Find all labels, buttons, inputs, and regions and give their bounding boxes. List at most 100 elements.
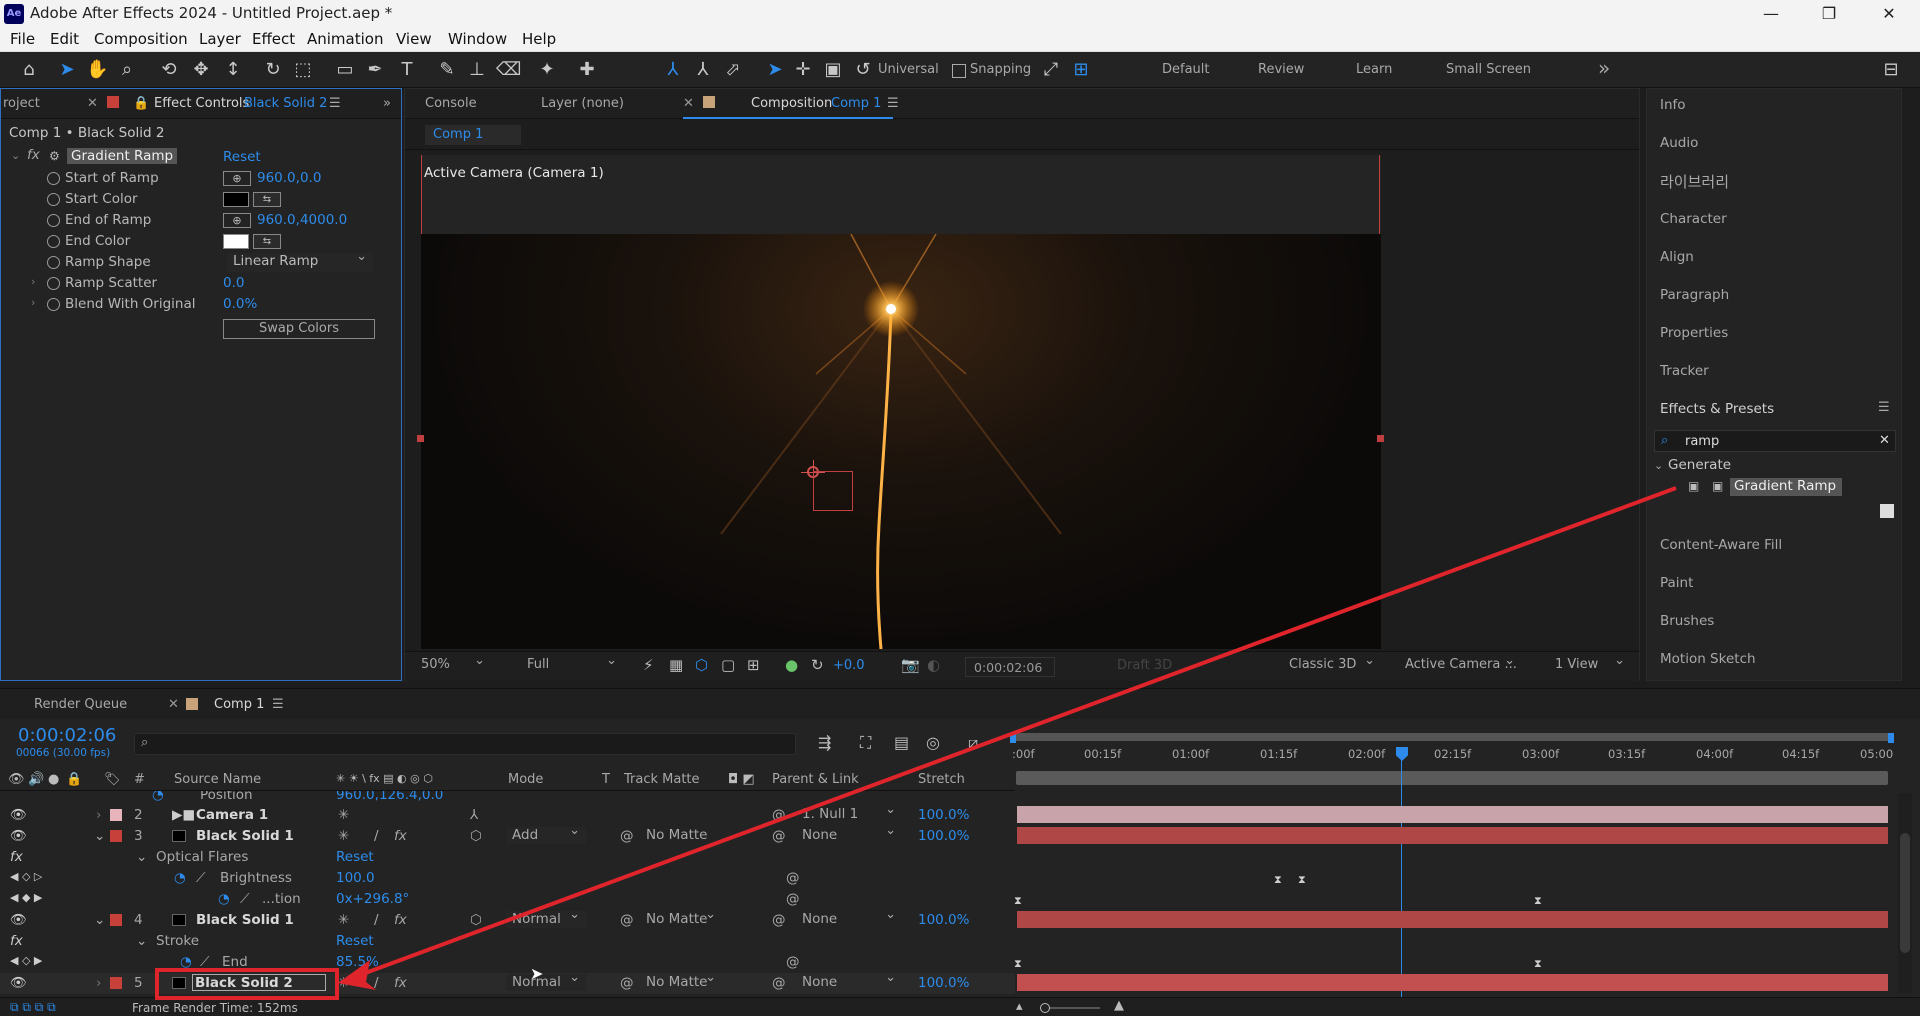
panel-audio[interactable]: Audio	[1660, 135, 1698, 151]
quality-switch-icon[interactable]: /	[374, 975, 379, 991]
layer-duration-bar[interactable]	[1017, 911, 1888, 928]
scale-icon[interactable]: ▣	[822, 59, 844, 81]
new-bin-icon[interactable]	[1880, 504, 1894, 518]
tab-comp-1[interactable]: Comp 1	[214, 697, 264, 712]
shy-switch-icon[interactable]: ✳	[338, 828, 349, 844]
fx-switch-icon[interactable]: fx	[394, 975, 407, 991]
expand-panel-icon[interactable]: »	[383, 96, 391, 111]
audio-column-icon[interactable]: 🔊	[28, 772, 44, 787]
clear-search-icon[interactable]: ✕	[1879, 433, 1890, 448]
graph-icon[interactable]: ⟋	[196, 870, 205, 886]
parent-dropdown[interactable]: 1. Null 1	[798, 802, 902, 823]
effect-reset-link[interactable]: Reset	[336, 849, 374, 865]
close-comp-tab-icon[interactable]: ✕	[683, 96, 694, 111]
matte-pickwhip-icon[interactable]: @	[620, 828, 634, 844]
minimize-button[interactable]: —	[1748, 2, 1794, 26]
start-of-ramp-value[interactable]: 960.0,0.0	[257, 170, 321, 186]
orbit-camera-icon[interactable]: ⟲	[158, 59, 180, 81]
eyedropper-icon[interactable]: ⇆	[253, 234, 281, 249]
time-navigator[interactable]	[1016, 771, 1888, 785]
snapping-checkbox[interactable]	[952, 64, 966, 78]
pen-tool-icon[interactable]: ✒	[364, 59, 386, 81]
matte-pickwhip-icon[interactable]: @	[620, 912, 634, 928]
stretch-value[interactable]: 100.0%	[918, 975, 969, 991]
workspace-review[interactable]: Review	[1258, 62, 1304, 77]
tab-render-queue[interactable]: Render Queue	[34, 697, 127, 712]
video-column-icon[interactable]: 👁	[8, 772, 25, 787]
graph-editor-icon[interactable]: ⧄	[968, 733, 978, 753]
lock-icon[interactable]: 🔒	[133, 96, 149, 111]
category-generate[interactable]: Generate	[1668, 457, 1731, 473]
move-icon[interactable]: ✛	[792, 59, 814, 81]
swap-colors-button[interactable]: Swap Colors	[223, 319, 375, 339]
shy-switch-icon[interactable]: ✳	[338, 807, 349, 823]
fx-icon[interactable]: fx	[10, 849, 23, 865]
pan-camera-icon[interactable]: ✥	[190, 59, 212, 81]
keyframe-marker[interactable]: ⧗	[1534, 894, 1542, 908]
snapshot-icon[interactable]: 📷	[901, 656, 920, 674]
zoom-in-icon[interactable]: ▲	[1114, 998, 1124, 1013]
composition-name[interactable]: Comp 1	[831, 96, 881, 111]
camera-select-icon[interactable]: ➤	[764, 59, 786, 81]
3d-layer-icon[interactable]: ⬡	[470, 912, 482, 928]
layer-bounds-box[interactable]	[813, 471, 853, 511]
view-axis-icon[interactable]: ⬀	[722, 59, 744, 81]
close-project-tab-icon[interactable]: ✕	[87, 96, 98, 111]
mode-dropdown[interactable]: Normal	[506, 970, 586, 991]
menu-view[interactable]: View	[396, 30, 432, 48]
track-matte-dropdown[interactable]: No Matte	[646, 907, 722, 928]
puppet-pin-icon[interactable]: ✚	[576, 59, 598, 81]
track-matte-dropdown[interactable]: No Matte	[646, 827, 722, 844]
visibility-eye-icon[interactable]: 👁	[10, 912, 27, 928]
workspace-small-screen[interactable]: Small Screen	[1446, 62, 1531, 77]
panel-motion-sketch[interactable]: Motion Sketch	[1660, 651, 1756, 667]
3d-layer-icon[interactable]: ⅄	[470, 807, 478, 823]
shy-switch-icon[interactable]: ✳	[338, 975, 349, 991]
label-column-icon[interactable]: 🏷	[104, 772, 121, 787]
pickwhip-icon[interactable]: @	[772, 828, 786, 844]
layer-name[interactable]: Camera 1	[196, 807, 268, 823]
menu-animation[interactable]: Animation	[307, 30, 383, 48]
resolution-dropdown[interactable]: Full	[523, 653, 623, 677]
shy-switch-icon[interactable]: ✳	[338, 912, 349, 928]
effect-row-gradient-ramp[interactable]: ⌄ fx ⚙ Gradient Ramp Reset	[1, 147, 401, 168]
expression-pickwhip-icon[interactable]: @	[786, 954, 800, 970]
composition-canvas[interactable]	[421, 234, 1381, 649]
menu-layer[interactable]: Layer	[199, 30, 241, 48]
stretch-value[interactable]: 100.0%	[918, 912, 969, 928]
quality-switch-icon[interactable]: /	[374, 828, 379, 844]
layer-row-black-solid-1[interactable]: 👁 ⌄ 3 Black Solid 1 ✳ / fx ⬡ Add @ No Ma…	[0, 823, 1015, 847]
solo-column-icon[interactable]: ●	[48, 772, 59, 787]
draft-3d-toggle[interactable]: Draft 3D	[1117, 658, 1172, 673]
graph-icon[interactable]: ⟋	[200, 954, 209, 970]
workspace-learn[interactable]: Learn	[1356, 62, 1392, 77]
fx-icon[interactable]: fx	[27, 147, 40, 163]
visibility-eye-icon[interactable]: 👁	[10, 828, 27, 844]
selection-tool-icon[interactable]: ➤	[56, 59, 78, 81]
collapse-caret-icon[interactable]: ⌄	[94, 912, 105, 928]
tab-project[interactable]: roject	[3, 96, 40, 111]
stopwatch-icon[interactable]: ◔	[218, 891, 230, 907]
lock-column-icon[interactable]: 🔒	[66, 772, 82, 787]
graph-icon[interactable]: ⟋	[240, 891, 249, 907]
time-ruler[interactable]: :00f 00:15f 01:00f 01:15f 02:00f 02:15f …	[1010, 733, 1894, 793]
menu-effect[interactable]: Effect	[252, 30, 295, 48]
effect-label[interactable]: Optical Flares	[156, 849, 248, 865]
keyframe-nav-icons[interactable]: ◀ ◇ ▶	[10, 954, 42, 967]
visibility-eye-icon[interactable]: 👁	[10, 807, 27, 823]
dolly-camera-icon[interactable]: ↕	[222, 59, 244, 81]
rotate-tool-icon[interactable]: ↻	[262, 59, 284, 81]
panel-libraries[interactable]: 라이브러리	[1660, 171, 1729, 192]
viewer-timecode[interactable]: 0:00:02:06	[965, 657, 1055, 677]
layer-row-camera-1[interactable]: 👁 › 2 ▶■ Camera 1 ✳ ⅄ @ 1. Null 1 100.0%	[0, 802, 1015, 826]
exposure-value[interactable]: +0.0	[833, 658, 865, 673]
zoom-out-icon[interactable]: ▴	[1016, 999, 1023, 1014]
roto-brush-icon[interactable]: ✦	[536, 59, 558, 81]
local-axis-icon[interactable]: ⅄	[662, 59, 684, 81]
mode-dropdown[interactable]: Normal	[506, 907, 586, 928]
stopwatch-icon[interactable]: ◔	[152, 791, 164, 803]
parent-dropdown[interactable]: None	[798, 907, 902, 928]
stopwatch-icon[interactable]	[47, 277, 60, 290]
show-snapshot-icon[interactable]: ◐	[927, 656, 940, 674]
point-picker-icon[interactable]: ⊕	[223, 171, 251, 186]
